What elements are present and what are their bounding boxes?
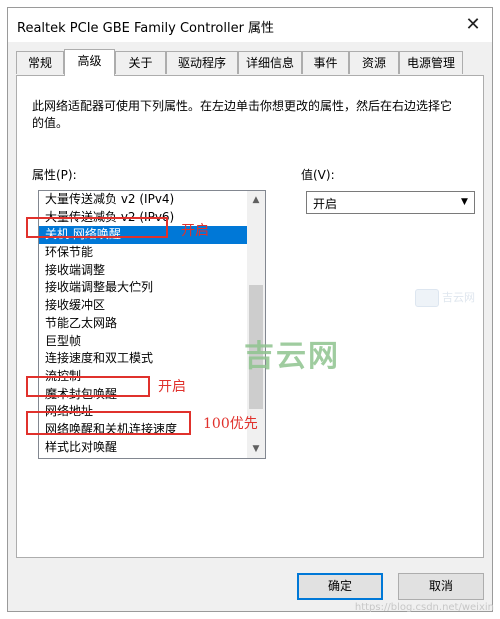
annotation-note-2: 开启	[158, 379, 186, 395]
property-item[interactable]: 巨型帧	[39, 333, 247, 351]
tab-power-management[interactable]: 电源管理	[399, 51, 463, 74]
tab-about[interactable]: 关于	[115, 51, 166, 74]
property-item[interactable]: 接收缓冲区	[39, 297, 247, 315]
watermark-play-icon	[415, 289, 439, 307]
tab-resources[interactable]: 资源	[349, 51, 399, 74]
tab-general[interactable]: 常规	[16, 51, 64, 74]
value-select-current: 开启	[313, 197, 338, 211]
value-label: 值(V):	[301, 168, 335, 182]
property-item[interactable]: 节能乙太网路	[39, 315, 247, 333]
property-item[interactable]: 连接速度和双工模式	[39, 350, 247, 368]
annotation-box-wake-on-shutdown	[26, 217, 168, 238]
property-label: 属性(P):	[32, 168, 77, 182]
tab-details[interactable]: 详细信息	[238, 51, 302, 74]
title-bar: Realtek PCIe GBE Family Controller 属性 ✕	[8, 8, 492, 42]
scroll-down-icon[interactable]: ▼	[247, 440, 265, 458]
watermark-faint-text: 吉云网	[442, 291, 475, 304]
watermark-url: https://blog.csdn.net/weixin	[354, 602, 494, 613]
annotation-box-magic-packet	[26, 376, 150, 397]
properties-dialog: Realtek PCIe GBE Family Controller 属性 ✕ …	[7, 7, 493, 612]
property-item[interactable]: 样式比对唤醒	[39, 439, 247, 457]
property-item[interactable]: 接收端调整	[39, 262, 247, 280]
watermark-logo: 吉云网	[244, 339, 340, 374]
panel-description: 此网络适配器可使用下列属性。在左边单击你想更改的属性，然后在右边选择它的值。	[32, 99, 453, 130]
scroll-up-icon[interactable]: ▲	[247, 191, 265, 209]
window-title: Realtek PCIe GBE Family Controller 属性	[17, 21, 275, 36]
chevron-down-icon[interactable]: ▼	[456, 193, 473, 212]
property-item[interactable]: 接收端调整最大伫列	[39, 279, 247, 297]
close-icon[interactable]: ✕	[460, 12, 486, 38]
annotation-note-1: 开启	[181, 223, 209, 239]
tab-driver[interactable]: 驱动程序	[166, 51, 238, 74]
ok-button[interactable]: 确定	[297, 573, 383, 600]
advanced-panel: 此网络适配器可使用下列属性。在左边单击你想更改的属性，然后在右边选择它的值。 属…	[16, 75, 484, 558]
property-item[interactable]: 环保节能	[39, 244, 247, 262]
value-select[interactable]: 开启 ▼	[306, 191, 475, 214]
cancel-button[interactable]: 取消	[398, 573, 484, 600]
property-item[interactable]: 大量传送减负 v2 (IPv4)	[39, 191, 247, 209]
annotation-box-link-speed	[26, 411, 191, 435]
annotation-note-3: 100优先	[203, 416, 258, 432]
tab-advanced[interactable]: 高级	[64, 49, 115, 76]
tab-events[interactable]: 事件	[302, 51, 349, 74]
